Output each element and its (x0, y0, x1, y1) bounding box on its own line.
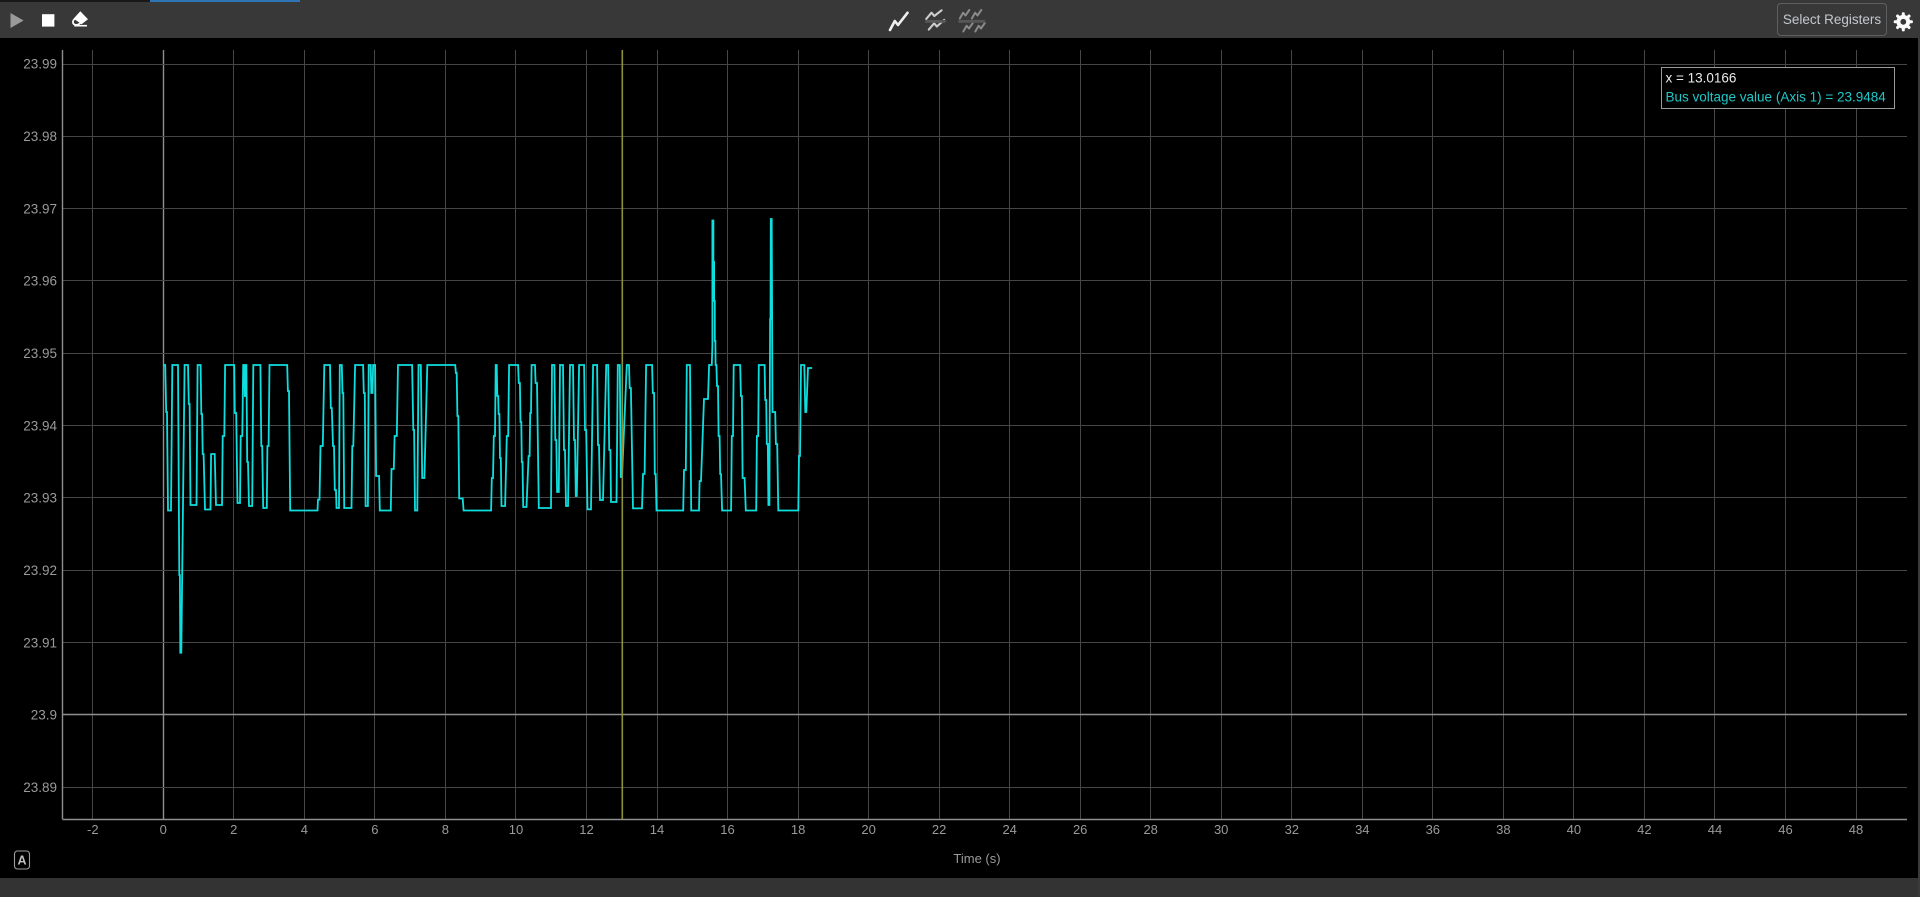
svg-text:23.89: 23.89 (23, 780, 57, 795)
svg-text:23.9: 23.9 (31, 708, 57, 723)
svg-text:23.94: 23.94 (23, 418, 57, 433)
svg-text:0: 0 (160, 822, 167, 837)
svg-text:23.97: 23.97 (23, 201, 57, 216)
svg-text:23.98: 23.98 (23, 129, 57, 144)
svg-text:4: 4 (301, 822, 308, 837)
svg-text:48: 48 (1849, 822, 1863, 837)
svg-text:44: 44 (1708, 822, 1722, 837)
svg-text:23.91: 23.91 (23, 635, 57, 650)
svg-text:38: 38 (1496, 822, 1510, 837)
svg-text:18: 18 (791, 822, 805, 837)
svg-text:12: 12 (579, 822, 593, 837)
svg-text:10: 10 (509, 822, 523, 837)
svg-text:34: 34 (1355, 822, 1369, 837)
svg-text:23.95: 23.95 (23, 346, 57, 361)
svg-text:14: 14 (650, 822, 664, 837)
svg-text:46: 46 (1778, 822, 1792, 837)
svg-text:32: 32 (1285, 822, 1299, 837)
svg-text:24: 24 (1002, 822, 1016, 837)
svg-text:22: 22 (932, 822, 946, 837)
svg-text:28: 28 (1143, 822, 1157, 837)
svg-text:42: 42 (1637, 822, 1651, 837)
svg-text:26: 26 (1073, 822, 1087, 837)
svg-text:23.96: 23.96 (23, 274, 57, 289)
svg-text:16: 16 (720, 822, 734, 837)
svg-text:23.99: 23.99 (23, 57, 57, 72)
svg-text:6: 6 (371, 822, 378, 837)
svg-text:36: 36 (1426, 822, 1440, 837)
svg-text:Bus voltage value (Axis 1) = 2: Bus voltage value (Axis 1) = 23.9484 (1666, 90, 1887, 105)
svg-text:23.93: 23.93 (23, 491, 57, 506)
svg-text:30: 30 (1214, 822, 1228, 837)
svg-text:8: 8 (442, 822, 449, 837)
svg-text:2: 2 (230, 822, 237, 837)
svg-text:-2: -2 (87, 822, 99, 837)
svg-text:A: A (17, 854, 26, 868)
svg-text:x = 13.0166: x = 13.0166 (1666, 71, 1737, 86)
svg-text:Time (s): Time (s) (953, 851, 1000, 866)
svg-text:40: 40 (1567, 822, 1581, 837)
svg-text:23.92: 23.92 (23, 563, 57, 578)
svg-text:20: 20 (861, 822, 875, 837)
